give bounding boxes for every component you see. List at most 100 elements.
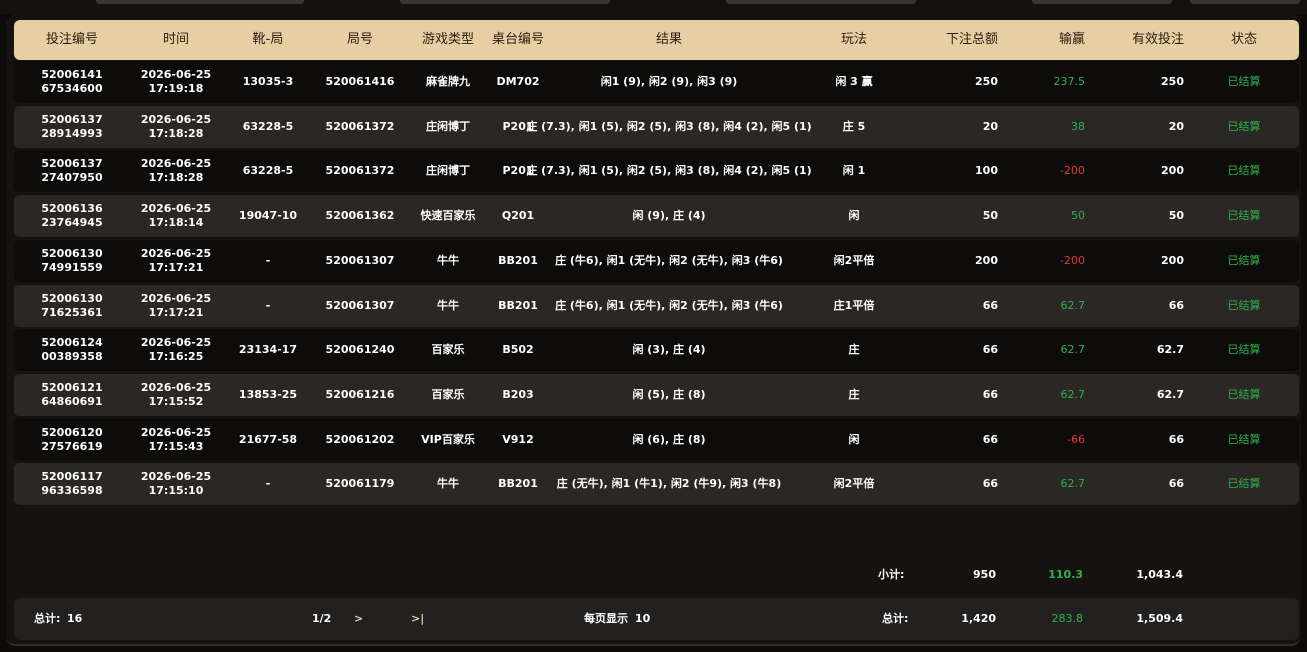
cell-bet: 66: [916, 329, 998, 371]
bet-value: 100: [975, 164, 998, 178]
bet-id-line1: 52006121: [41, 380, 103, 394]
shoe-value: 23134-17: [238, 343, 298, 357]
filter-field-3[interactable]: [726, 0, 916, 4]
top-filter-strip: [0, 0, 1307, 14]
bet-time: 17:17:21: [148, 260, 204, 274]
cell-round: 520061416: [314, 61, 406, 103]
cell-valid: 200: [1114, 150, 1184, 192]
win-loss-value: -200: [1060, 164, 1085, 178]
status-badge: 已结算: [1227, 343, 1261, 357]
cell-status: 已结算: [1214, 150, 1274, 192]
col-round-no: 局号: [346, 32, 373, 47]
bet-id-line2: 23764945: [41, 216, 103, 230]
cell-result: 庄 (7.3), 闲1 (5), 闲2 (5), 闲3 (8), 闲4 (2),…: [526, 106, 811, 148]
col-time: 时间: [162, 32, 189, 47]
cell-game: 庄闲博丁: [406, 106, 490, 148]
cell-win-loss: 237.5: [1030, 61, 1086, 103]
result-value: 闲1 (9), 闲2 (9), 闲3 (9): [600, 75, 738, 88]
game-value: 牛牛: [437, 298, 459, 312]
filter-field-5[interactable]: [1190, 0, 1300, 4]
bet-time: 17:18:28: [148, 171, 204, 185]
cell-win-loss: -200: [1030, 150, 1085, 192]
cell-valid: 200: [1114, 240, 1184, 282]
cell-bet-id: 52006137 28914993: [14, 106, 130, 148]
col-win-loss: 输赢: [1058, 32, 1085, 47]
cell-bet-id: 52006121 64860691: [14, 374, 130, 416]
cell-shoe: 63228-5: [222, 150, 314, 192]
cell-shoe: -: [222, 285, 314, 327]
cell-table: B203: [490, 374, 546, 416]
game-value: 庄闲博丁: [426, 119, 470, 133]
filter-field-1[interactable]: [96, 0, 304, 4]
bet-value: 50: [982, 209, 998, 223]
game-value: 百家乐: [431, 343, 465, 357]
cell-time: 2026-06-25 17:17:21: [130, 240, 222, 282]
cell-bet: 100: [916, 150, 998, 192]
table-row: 52006130 71625361 2026-06-25 17:17:21-52006…: [14, 284, 1299, 327]
bet-time: 17:16:25: [148, 350, 204, 364]
valid-value: 66: [1168, 298, 1184, 312]
cell-time: 2026-06-25 17:15:43: [130, 419, 222, 461]
filter-field-2[interactable]: [400, 0, 610, 4]
shoe-value: -: [265, 477, 271, 491]
win-loss-value: 62.7: [1060, 298, 1086, 312]
shoe-value: -: [265, 298, 271, 312]
bet-date: 2026-06-25: [140, 380, 212, 394]
bet-date: 2026-06-25: [140, 425, 212, 439]
valid-value: 66: [1168, 432, 1184, 446]
cell-bet: 66: [916, 419, 998, 461]
shoe-value: 13035-3: [242, 75, 294, 88]
cell-play: 庄: [792, 374, 916, 416]
cell-table: B502: [490, 329, 546, 371]
cell-valid: 62.7: [1114, 329, 1184, 371]
play-value: 闲2平倍: [833, 253, 875, 267]
cell-play: 闲: [792, 195, 916, 237]
round-value: 520061372: [325, 119, 395, 133]
cell-game: 牛牛: [406, 463, 490, 505]
per-page-select[interactable]: 10: [635, 598, 650, 640]
game-value: 百家乐: [431, 387, 465, 401]
bet-id-line2: 27576619: [41, 439, 103, 453]
last-page-button[interactable]: >|: [411, 598, 424, 640]
table-value: DM702: [496, 75, 540, 88]
play-value: 庄: [848, 387, 860, 401]
cell-shoe: 19047-10: [222, 195, 314, 237]
cell-play: 闲 3 赢: [792, 61, 916, 103]
cell-bet-id: 52006136 23764945: [14, 195, 130, 237]
filter-field-4[interactable]: [1032, 0, 1172, 4]
pagination-footer: 总计: 16 1/2 > >| 每页显示 10 总计: 1,420 283.8 …: [14, 598, 1299, 640]
table-row: 52006136 23764945 2026-06-25 17:18:14 19047-…: [14, 195, 1299, 238]
cell-win-loss: -200: [1030, 240, 1085, 282]
cell-result: 闲1 (9), 闲2 (9), 闲3 (9): [546, 61, 792, 103]
shoe-value: 63228-5: [242, 119, 294, 133]
cell-bet: 66: [916, 285, 998, 327]
cell-valid: 250: [1114, 61, 1184, 103]
round-value: 520061307: [325, 298, 395, 312]
next-page-button[interactable]: >: [354, 598, 363, 640]
bet-id-line1: 52006136: [41, 202, 103, 216]
win-loss-value: 62.7: [1060, 343, 1086, 357]
cell-round: 520061372: [314, 106, 406, 148]
cell-bet-id: 52006117 96336598: [14, 463, 130, 505]
cell-game: 快速百家乐: [406, 195, 490, 237]
bet-id-line1: 52006141: [41, 68, 103, 81]
bet-date: 2026-06-25: [140, 336, 212, 350]
cell-time: 2026-06-25 17:18:28: [130, 150, 222, 192]
bet-time: 17:18:28: [148, 126, 204, 140]
bet-value: 66: [982, 298, 998, 312]
cell-result: 庄 (牛6), 闲1 (无牛), 闲2 (无牛), 闲3 (牛6): [546, 240, 792, 282]
status-badge: 已结算: [1227, 209, 1261, 223]
result-value: 闲 (6), 庄 (8): [632, 432, 706, 446]
cell-time: 2026-06-25 17:15:52: [130, 374, 222, 416]
bet-value: 250: [975, 75, 998, 88]
win-loss-value: 38: [1071, 119, 1085, 133]
bet-date: 2026-06-25: [140, 202, 212, 216]
cell-game: 百家乐: [406, 329, 490, 371]
shoe-value: -: [265, 253, 271, 267]
table-row: 52006124 00389358 2026-06-25 17:16:25 23134-…: [14, 329, 1299, 372]
cell-status: 已结算: [1214, 240, 1274, 282]
cell-result: 庄 (7.3), 闲1 (5), 闲2 (5), 闲3 (8), 闲4 (2),…: [526, 150, 811, 192]
cell-table: Q201: [490, 195, 546, 237]
cell-round: 520061307: [314, 285, 406, 327]
cell-play: 庄 5: [792, 106, 916, 148]
